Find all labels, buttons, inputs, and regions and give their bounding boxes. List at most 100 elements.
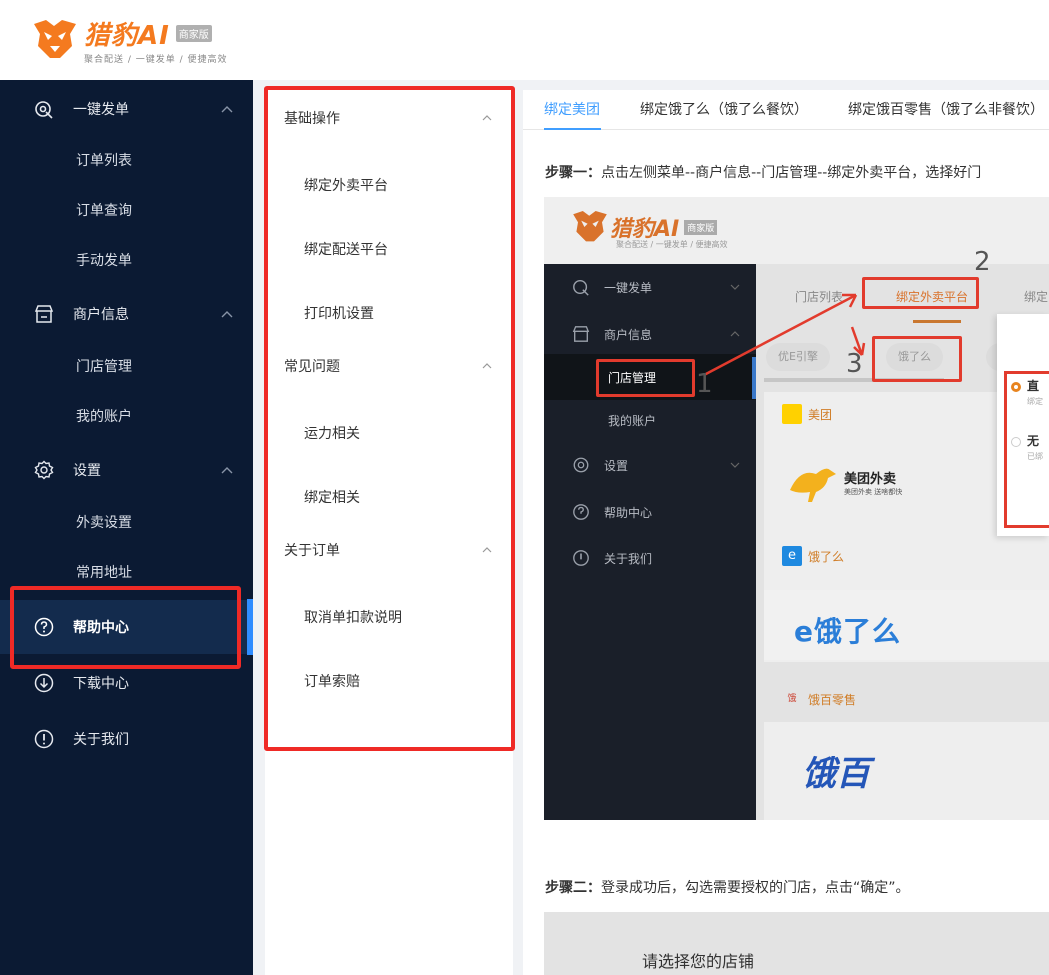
shot-tab-bind-more: 绑定: [1024, 290, 1049, 304]
step-one-prefix: 步骤一：: [545, 165, 601, 181]
sidebar-item-label: 手动发单: [76, 253, 132, 269]
help-item-capacity[interactable]: 运力相关: [265, 413, 513, 453]
sidebar-group-label: 商户信息: [73, 307, 129, 323]
help-item-printer-settings[interactable]: 打印机设置: [265, 293, 513, 333]
help-item-bind-takeout[interactable]: 绑定外卖平台: [265, 165, 513, 205]
shot-nav-label: 设置: [604, 458, 629, 473]
help-group-orders[interactable]: 关于订单: [265, 530, 513, 570]
annotation-number-2: 2: [974, 247, 991, 277]
shot-dialog-highlight: [1004, 371, 1049, 528]
help-group-basic-ops[interactable]: 基础操作: [265, 98, 513, 138]
shot-nav-label: 我的账户: [608, 413, 657, 428]
chevron-down-icon: [730, 462, 740, 468]
help-group-label: 基础操作: [284, 111, 340, 127]
gear-icon: [34, 460, 54, 480]
chevron-up-icon: [221, 467, 233, 474]
eleme-icon: e: [782, 546, 802, 566]
dialog-option-1-sub: 绑定: [1027, 397, 1043, 406]
sidebar-group-settings[interactable]: 设置: [0, 444, 253, 496]
annotation-box-store-management: [596, 359, 695, 397]
brand-name: 猎豹AI: [84, 21, 170, 51]
sidebar-item-label: 我的账户: [76, 409, 132, 425]
chevron-up-icon: [482, 363, 492, 369]
annotation-number-1: 1: [696, 369, 713, 399]
sidebar-item-order-list[interactable]: 订单列表: [0, 135, 253, 185]
help-item-cancel-deduction[interactable]: 取消单扣款说明: [265, 597, 513, 637]
shot-nav-label: 一键发单: [604, 280, 653, 295]
help-item-label: 绑定配送平台: [304, 242, 388, 258]
chevron-up-icon: [221, 311, 233, 318]
dialog-option-2: 无: [1027, 434, 1040, 448]
sidebar-item-label: 门店管理: [76, 359, 132, 375]
info-icon: [34, 729, 54, 749]
chevron-up-icon: [221, 106, 233, 113]
sidebar-item-manual-dispatch[interactable]: 手动发单: [0, 235, 253, 285]
shot-nav-settings: 设置: [544, 442, 756, 488]
sidebar-group-dispatch[interactable]: 一键发单: [0, 83, 253, 135]
help-group-faq[interactable]: 常见问题: [265, 346, 513, 386]
help-item-label: 绑定外卖平台: [304, 178, 388, 194]
shot-brand-label: 饿了么: [808, 549, 845, 564]
step-one-text: 步骤一：点击左侧菜单--商户信息--门店管理--绑定外卖平台，选择好门: [545, 162, 981, 182]
sidebar-item-label: 订单列表: [76, 153, 132, 169]
step-two-prefix: 步骤二：: [545, 880, 601, 896]
help-item-order-claim[interactable]: 订单索赔: [265, 661, 513, 701]
shot-brand-label: 饿百零售: [808, 692, 857, 707]
ebai-small-icon: 饿: [787, 694, 797, 704]
sidebar-item-my-account[interactable]: 我的账户: [0, 391, 253, 441]
info-icon: [573, 550, 589, 566]
leopard-logo-icon: [34, 20, 76, 58]
active-tab-indicator: [544, 128, 601, 130]
brand-logo[interactable]: 猎豹AI 商家版 聚合配送 / 一键发单 / 便捷高效: [30, 14, 228, 66]
sidebar-item-help-center[interactable]: 帮助中心: [0, 600, 253, 654]
help-group-label: 常见问题: [284, 359, 340, 375]
dispatch-icon: [573, 279, 589, 296]
sidebar-group-merchant[interactable]: 商户信息: [0, 288, 253, 340]
help-item-label: 订单索赔: [304, 674, 360, 690]
step-two-text: 步骤二：登录成功后，勾选需要授权的门店，点击“确定”。: [545, 877, 910, 897]
sidebar-item-order-query[interactable]: 订单查询: [0, 185, 253, 235]
tab-bind-ebai[interactable]: 绑定饿百零售（饿了么非餐饮）: [848, 90, 1044, 130]
ebai-logo-text: 饿百: [802, 754, 870, 794]
shot-brand-label: 美团: [808, 407, 833, 422]
dialog-option-1: 直: [1027, 379, 1040, 393]
meituan-logo-sub: 美团外卖 送啥都快: [844, 487, 903, 496]
help-item-binding[interactable]: 绑定相关: [265, 477, 513, 517]
shot-logo-badge: 商家版: [684, 219, 718, 235]
tutorial-screenshot-2: 请选择您的店铺: [544, 912, 1049, 975]
help-group-label: 关于订单: [284, 543, 340, 559]
meituan-logo-text: 美团外卖: [844, 471, 897, 487]
help-item-bind-delivery[interactable]: 绑定配送平台: [265, 229, 513, 269]
sidebar-item-label: 下载中心: [73, 676, 129, 692]
sidebar-item-label: 关于我们: [73, 732, 129, 748]
brand-tagline: 聚合配送 / 一键发单 / 便捷高效: [84, 55, 228, 65]
help-icon: [34, 617, 54, 637]
sidebar-item-label: 帮助中心: [73, 620, 129, 636]
kangaroo-icon: [790, 468, 836, 502]
tab-bind-eleme[interactable]: 绑定饿了么（饿了么餐饮）: [640, 90, 808, 130]
eleme-logo-text: e饿了么: [794, 615, 901, 648]
shot-brand-meituan: 美团: [782, 404, 832, 424]
help-item-label: 取消单扣款说明: [304, 610, 402, 626]
help-topic-menu: 基础操作 绑定外卖平台 绑定配送平台 打印机设置 常见问题 运力相关 绑定相关 …: [265, 90, 513, 975]
sidebar-item-download-center[interactable]: 下载中心: [0, 657, 253, 709]
sidebar-item-takeout-settings[interactable]: 外卖设置: [0, 497, 253, 547]
gear-icon: [573, 457, 589, 473]
sidebar-item-store-management[interactable]: 门店管理: [0, 341, 253, 391]
meituan-icon: [782, 404, 802, 424]
meituan-waimai-logo: 美团外卖 美团外卖 送啥都快: [786, 460, 902, 504]
tab-bind-meituan[interactable]: 绑定美团: [544, 90, 600, 130]
store-icon: [572, 326, 590, 342]
annotation-box-eleme: [872, 336, 962, 382]
edition-badge: 商家版: [175, 25, 212, 42]
shot-nav-help: 帮助中心: [544, 489, 756, 535]
shot-nav-label: 商户信息: [604, 327, 653, 342]
help-item-label: 打印机设置: [304, 306, 374, 322]
dialog-option-2-sub: 已绑: [1027, 452, 1043, 461]
article-tabs: 绑定美团 绑定饿了么（饿了么餐饮） 绑定饿百零售（饿了么非餐饮）: [523, 90, 1049, 130]
app-header: 猎豹AI 商家版 聚合配送 / 一键发单 / 便捷高效: [0, 0, 1049, 80]
sidebar-item-common-address[interactable]: 常用地址: [0, 547, 253, 597]
annotation-number-3: 3: [846, 349, 863, 379]
step-one-body: 点击左侧菜单--商户信息--门店管理--绑定外卖平台，选择好门: [601, 165, 982, 181]
sidebar-item-about-us[interactable]: 关于我们: [0, 713, 253, 765]
